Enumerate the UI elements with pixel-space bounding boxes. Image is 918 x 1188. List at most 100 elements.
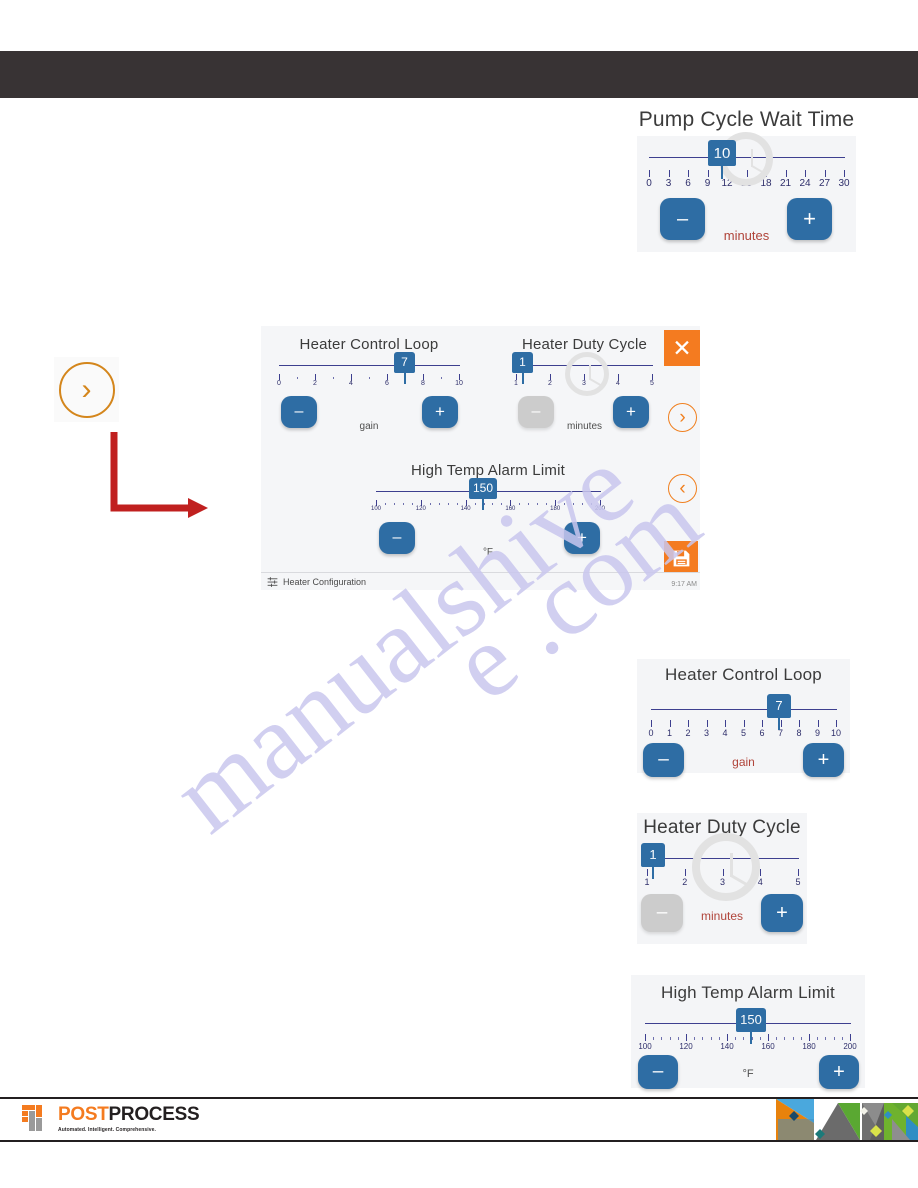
close-button[interactable]: ✕ [664,330,700,366]
ruler-major-tick [785,170,787,177]
ruler-minor-tick [501,503,503,505]
bubble-shade [512,363,533,373]
ruler-minor-tick [546,503,548,505]
ruler-minor-tick [591,503,593,505]
detail-alarm-limit-unit: °F [742,1068,754,1080]
ruler-tick-label: 4 [757,877,763,887]
ruler-major-tick [798,869,799,876]
main-alarm-limit-unit: °F [482,547,494,558]
ruler-minor-tick [438,503,440,505]
logo-tagline: Automated. Intelligent. Comprehensive. [58,1127,156,1133]
ruler-tick-label: 10 [830,728,841,738]
left-next-chevron-button[interactable]: › [54,357,119,422]
pump-slider-track[interactable] [649,157,845,158]
ruler-minor-tick [393,503,395,505]
heater-configuration-screen: Heater Control Loop 7 0 2 4 6 8 10 – + gain [261,326,700,590]
ruler-tick-label: 180 [802,1042,816,1051]
ruler-major-tick [669,720,671,727]
ruler-major-tick [684,869,686,876]
chevron-right-label: › [81,372,92,406]
ruler-minor-tick [800,1037,802,1040]
ruler-major-tick [805,170,806,177]
main-alarm-limit-title: High Temp Alarm Limit [411,462,565,479]
floppy-disk-icon [673,550,689,566]
pump-cycle-wait-time-panel: 10 036912151821242730 – + minutes [637,132,856,252]
sliders-icon [267,577,278,587]
ruler-major-tick [647,869,648,876]
logo-process: PROCESS [108,1104,200,1125]
main-control-loop-track[interactable] [279,365,460,366]
main-control-loop-ruler: 0 2 4 6 8 10 [277,374,463,390]
ruler-major-tick [809,1034,810,1041]
ruler-major-tick [743,720,745,727]
ruler-tick-label: 30 [838,178,850,189]
ruler-minor-tick [528,503,530,505]
ruler-major-tick [688,720,689,727]
ruler-minor-tick [384,503,386,505]
status-bar: Heater Configuration [261,572,700,590]
ruler-minor-tick [735,1037,737,1040]
ruler-minor-tick [694,1037,696,1040]
main-duty-cycle-ruler: 12345 [514,374,654,390]
detail-alarm-limit-bubble[interactable]: 150 [736,1008,766,1044]
main-alarm-limit-group: High Temp Alarm Limit 150 100 120 140 160 18… [364,462,612,562]
detail-control-loop-unit: gain [732,755,755,769]
ruler-minor-tick [411,503,413,505]
ruler-minor-tick [492,503,494,505]
main-duty-cycle-bubble[interactable]: 1 [512,352,533,384]
right-action-column: ✕ › ‹ [659,326,700,590]
detail-control-loop-bubble[interactable]: 7 [767,694,791,730]
ruler-tick-label: 120 [679,1042,693,1051]
detail-control-loop-panel: Heater Control Loop 7 0 1 2 3 4 5 6 7 8 9 10 – + g… [637,659,850,777]
next-page-button[interactable]: › [668,403,697,432]
main-alarm-limit-bubble[interactable]: 150 [469,478,497,510]
ruler-minor-tick [669,1037,671,1040]
ruler-minor-tick [833,1037,835,1040]
ruler-minor-tick [333,377,334,379]
bubble-shade [736,1021,766,1032]
ruler-minor-tick [474,503,476,505]
postprocess-logo: POSTPROCESS Automated. Intelligent. Comp… [22,1104,200,1133]
detail-duty-cycle-panel: Heater Duty Cycle 1 12345 – + minutes [637,813,807,944]
ruler-major-tick [850,1034,851,1041]
detail-control-loop-track[interactable] [651,709,837,710]
ruler-tick-label: 6 [385,380,389,387]
ruler-major-tick [766,170,767,177]
header-bar [0,51,918,98]
ruler-tick-label: 1 [514,380,518,387]
page-root: manualshive e .com 10 036912151821242730… [0,0,918,1188]
main-alarm-limit-ruler: 100 120 140 160 180 200 [371,500,605,516]
main-control-loop-unit: gain [359,421,379,432]
main-control-loop-group: Heater Control Loop 7 0 2 4 6 8 10 – + gain [274,336,464,451]
ruler-minor-tick [537,503,539,505]
ruler-minor-tick [702,1037,704,1040]
ruler-minor-tick [441,377,442,379]
ruler-minor-tick [784,1037,786,1040]
prev-page-button[interactable]: ‹ [668,474,697,503]
detail-duty-cycle-bubble[interactable]: 1 [641,843,665,879]
ruler-major-tick [817,720,819,727]
chevron-left-icon: ‹ [679,477,686,499]
ruler-major-tick [824,170,826,177]
ruler-tick-label: 100 [370,506,381,512]
main-control-loop-bubble[interactable]: 7 [394,352,415,384]
ruler-tick-label: 180 [550,506,561,512]
main-duty-cycle-track[interactable] [516,365,653,366]
ruler-minor-tick [456,503,458,505]
pump-value-bubble[interactable]: 10 [708,140,736,179]
ruler-major-tick [722,869,724,876]
logo-post: POST [58,1104,109,1125]
detail-duty-cycle-track[interactable] [647,858,799,859]
ruler-tick-label: 2 [682,877,688,887]
ruler-minor-tick [710,1037,712,1040]
ruler-major-tick [668,170,670,177]
ruler-minor-tick [825,1037,827,1040]
bubble-shade [708,154,736,166]
detail-duty-cycle-unit: minutes [700,909,744,923]
save-button[interactable] [664,541,698,575]
ruler-minor-tick [519,503,521,505]
detail-duty-cycle-ruler: 1 2 3 4 5 [644,869,801,887]
ruler-minor-tick [743,1037,745,1040]
ruler-tick-label: 4 [616,380,620,387]
ruler-minor-tick [677,1037,679,1040]
